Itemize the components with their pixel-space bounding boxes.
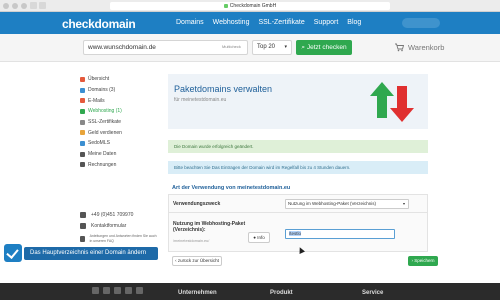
nav-blog[interactable]: Blog xyxy=(347,19,361,26)
section-title: Art der Verwendung von meinetestdomain.e… xyxy=(172,185,291,191)
sidebar-item-label: SedoMLS xyxy=(88,140,110,147)
phone-icon xyxy=(80,212,86,218)
top-navbar: checkdomain Domains Webhosting SSL-Zerti… xyxy=(0,12,500,34)
googleplus-icon[interactable] xyxy=(114,287,121,294)
save-button[interactable]: › Speichern xyxy=(408,256,438,266)
forward-icon[interactable] xyxy=(39,2,46,9)
directory-input-value: /testlo xyxy=(289,231,302,236)
success-alert: Die Domain wurde erfolgreich geändert. xyxy=(168,140,428,153)
nav-support[interactable]: Support xyxy=(314,19,339,26)
address-bar[interactable]: Checkdomain GmbH xyxy=(110,2,390,10)
home-icon xyxy=(80,76,85,82)
server-icon xyxy=(80,108,85,114)
checkmark-icon xyxy=(4,244,22,262)
user-icon xyxy=(80,151,85,157)
check-domain-button[interactable]: ⌕ Jetzt checken xyxy=(296,40,352,55)
domain-search-bar: www.wunschdomain.de Multicheck Top 20 ▾ ⌕… xyxy=(0,34,500,62)
close-dot-icon[interactable] xyxy=(3,3,9,9)
address-text: Checkdomain GmbH xyxy=(229,3,277,9)
sidebar: Übersicht Domains (3) E-Mails Webhosting… xyxy=(80,74,160,170)
usage-row: Verwendungszweck Nutzung im Webhosting-P… xyxy=(169,195,427,213)
xing-icon[interactable] xyxy=(136,287,143,294)
facebook-icon[interactable] xyxy=(92,287,99,294)
usage-select[interactable]: Nutzung im Webhosting-Paket (Verzeichnis… xyxy=(285,199,409,209)
cart-label[interactable]: Warenkorb xyxy=(408,43,444,52)
chevron-down-icon: ▾ xyxy=(284,44,287,50)
sidebar-item-domains[interactable]: Domains (3) xyxy=(80,85,160,96)
invoice-icon xyxy=(80,162,85,168)
youtube-icon[interactable] xyxy=(125,287,132,294)
caption-text: Das Hauptverzeichnis einer Domain ändern xyxy=(24,247,158,260)
form-icon xyxy=(80,223,86,229)
footer-col-company[interactable]: Unternehmen xyxy=(178,290,217,296)
sidebar-item-earn[interactable]: Geld verdienen xyxy=(80,127,160,138)
usage-label: Verwendungszweck xyxy=(173,201,221,207)
back-icon[interactable] xyxy=(30,2,37,9)
info-button-label: Info xyxy=(257,235,265,240)
sidebar-item-webhosting[interactable]: Webhosting (1) xyxy=(80,106,160,117)
nav-ssl[interactable]: SSL-Zertifikate xyxy=(258,19,304,26)
browser-chrome: Checkdomain GmbH xyxy=(0,0,500,12)
contact-form-row: Kontaktformular xyxy=(80,223,160,229)
tutorial-caption: Das Hauptverzeichnis einer Domain ändern xyxy=(0,240,160,266)
multicheck-toggle[interactable]: Multicheck xyxy=(222,44,241,49)
tld-select-value: Top 20 xyxy=(257,44,276,50)
social-links xyxy=(92,287,143,294)
sidebar-item-mydata[interactable]: Meine Daten xyxy=(80,149,160,160)
sidebar-item-overview[interactable]: Übersicht xyxy=(80,74,160,85)
sidebar-item-label: Webhosting (1) xyxy=(88,108,122,115)
sidebar-item-label: Übersicht xyxy=(88,76,110,83)
sidebar-item-sedomls[interactable]: SedoMLS xyxy=(80,138,160,149)
usage-form: Verwendungszweck Nutzung im Webhosting-P… xyxy=(168,194,428,252)
zoom-dot-icon[interactable] xyxy=(21,3,27,9)
nav-domains[interactable]: Domains xyxy=(176,19,204,26)
footer-col-product[interactable]: Produkt xyxy=(270,290,293,296)
twitter-icon[interactable] xyxy=(103,287,110,294)
mail-icon xyxy=(80,98,85,104)
browser-nav[interactable] xyxy=(30,2,46,9)
page-header: Paketdomains verwalten für meinetestdoma… xyxy=(168,74,428,129)
usage-select-value: Nutzung im Webhosting-Paket (Verzeichnis… xyxy=(288,201,376,206)
save-button-label: Speichern xyxy=(414,258,435,263)
account-button[interactable] xyxy=(402,18,440,28)
sidebar-item-invoices[interactable]: Rechnungen xyxy=(80,160,160,171)
page-title: Paketdomains verwalten xyxy=(174,84,273,94)
lock-icon xyxy=(223,3,228,8)
contact-form-link[interactable]: Kontaktformular xyxy=(91,223,126,229)
sidebar-item-label: SSL-Zertifikate xyxy=(88,119,122,126)
logo[interactable]: checkdomain xyxy=(62,17,136,31)
minimize-dot-icon[interactable] xyxy=(12,3,18,9)
main-nav: Domains Webhosting SSL-Zertifikate Suppo… xyxy=(176,19,361,26)
page-subtitle: für meinetestdomain.eu xyxy=(174,97,227,103)
sidebar-item-label: Geld verdienen xyxy=(88,129,122,136)
footer: Unternehmen Produkt Service xyxy=(0,283,500,300)
sidebar-item-ssl[interactable]: SSL-Zertifikate xyxy=(80,117,160,128)
chevron-down-icon: ▾ xyxy=(402,201,405,206)
sidebar-item-label: E-Mails xyxy=(88,97,105,104)
globe-icon xyxy=(80,87,85,93)
phone-row: +49 (0)451 709970 xyxy=(80,212,160,218)
coins-icon xyxy=(80,130,85,136)
info-button[interactable]: ● Info xyxy=(248,232,270,243)
directory-input[interactable]: /testlo xyxy=(285,229,395,239)
window-controls[interactable] xyxy=(3,3,27,9)
sidebar-item-emails[interactable]: E-Mails xyxy=(80,95,160,106)
cart-icon[interactable] xyxy=(394,42,404,52)
lock-icon xyxy=(80,119,85,125)
transfer-arrows-icon xyxy=(370,82,414,122)
info-alert: Bitte beachten Sie Das Eintragen der Dom… xyxy=(168,161,428,174)
phone-number[interactable]: +49 (0)451 709970 xyxy=(91,212,133,218)
sidebar-item-label: Rechnungen xyxy=(88,161,117,168)
sidebar-item-label: Meine Daten xyxy=(88,151,117,158)
back-to-overview-button[interactable]: ‹ zurück zur Übersicht xyxy=(172,256,222,266)
check-domain-label: Jetzt checken xyxy=(306,44,347,51)
sidebar-item-label: Domains (3) xyxy=(88,87,116,94)
directory-hint: /meinetestdomain.eu/ xyxy=(173,239,210,243)
tld-select[interactable]: Top 20 ▾ xyxy=(252,40,292,55)
footer-col-service[interactable]: Service xyxy=(362,290,383,296)
nav-webhosting[interactable]: Webhosting xyxy=(213,19,250,26)
sedo-icon xyxy=(80,140,85,146)
back-button-label: zurück zur Übersicht xyxy=(177,258,219,263)
